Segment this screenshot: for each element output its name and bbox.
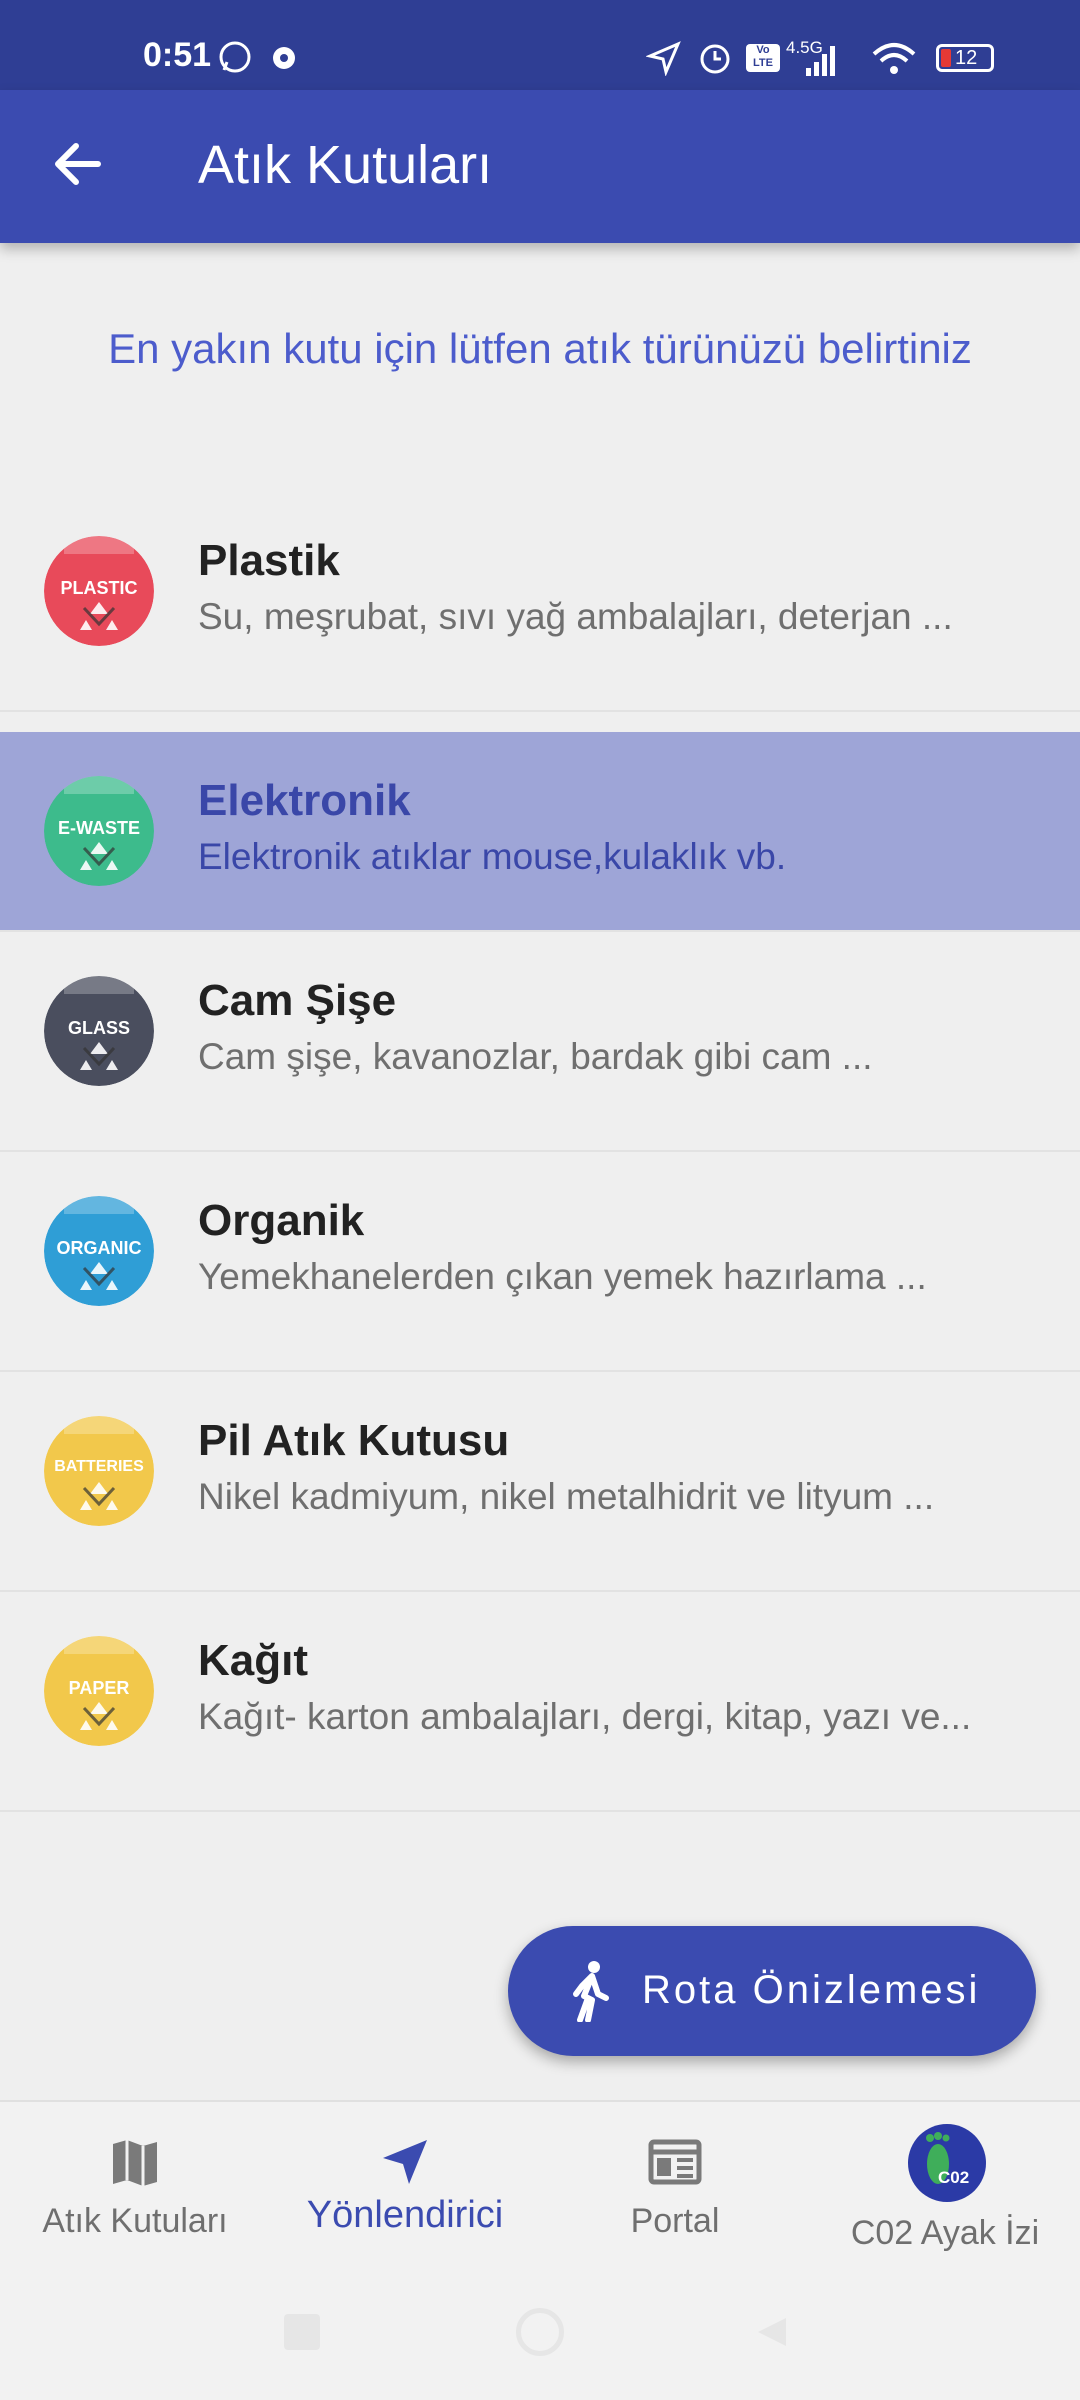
list-item[interactable]: E-WASTE Elektronik Elektronik atıklar mo…	[0, 732, 1080, 932]
waste-bin-icon: PAPER	[44, 1636, 154, 1746]
route-preview-label: Rota Önizlemesi	[642, 1968, 981, 2012]
list-item[interactable]: BATTERIES Pil Atık Kutusu Nikel kadmiyum…	[0, 1372, 1080, 1592]
waste-bin-icon: E-WASTE	[44, 776, 154, 886]
nav-tab-co2-footprint[interactable]: C02 C02 Ayak İzi	[810, 2102, 1080, 2266]
navigation-arrow-icon	[383, 2140, 427, 2184]
map-icon	[113, 2140, 157, 2186]
status-time: 0:51	[143, 36, 212, 74]
waste-type-description: Kağıt- karton ambalajları, dergi, kitap,…	[198, 1696, 972, 1737]
gear-icon	[273, 47, 295, 69]
nav-label: Portal	[630, 2202, 720, 2240]
instruction-text: En yakın kutu için lütfen atık türünüzü …	[108, 325, 972, 372]
waste-type-description: Nikel kadmiyum, nikel metalhidrit ve lit…	[198, 1476, 935, 1517]
waste-type-description: Elektronik atıklar mouse,kulaklık vb.	[198, 836, 787, 877]
back-nav-button[interactable]	[752, 2312, 792, 2352]
waste-bin-badge: ORGANIC	[56, 1238, 142, 1258]
list-item[interactable]: PAPER Kağıt Kağıt- karton ambalajları, d…	[0, 1592, 1080, 1812]
back-arrow-icon[interactable]	[48, 134, 108, 194]
footprint-badge-text: C02	[938, 2168, 970, 2187]
home-button[interactable]	[516, 2308, 564, 2356]
waste-bin-icon: GLASS	[44, 976, 154, 1086]
waste-bin-icon: BATTERIES	[44, 1416, 154, 1526]
bottom-navigation: Atık Kutuları Yönlendirici Portal C02 C0…	[0, 2100, 1080, 2266]
nav-label: Yönlendirici	[306, 2194, 504, 2236]
list-item[interactable]: GLASS Cam Şişe Cam şişe, kavanozlar, bar…	[0, 932, 1080, 1152]
walking-person-icon	[573, 1961, 609, 2022]
waste-type-name: Cam Şişe	[198, 976, 397, 1025]
waste-bin-icon: PLASTIC	[44, 536, 154, 646]
location-arrow-icon	[646, 41, 681, 76]
signal-icon	[806, 46, 835, 76]
nav-tab-portal[interactable]: Portal	[540, 2102, 810, 2266]
app-bar: Atık Kutuları	[0, 90, 1080, 243]
list-item[interactable]: ORGANIC Organik Yemekhanelerden çıkan ye…	[0, 1152, 1080, 1372]
wifi-icon	[872, 43, 916, 74]
waste-type-description: Su, meşrubat, sıvı yağ ambalajları, dete…	[198, 596, 953, 637]
waste-type-name: Elektronik	[198, 776, 411, 825]
waste-bin-badge: PAPER	[68, 1678, 130, 1698]
list-item[interactable]: PLASTIC Plastik Su, meşrubat, sıvı yağ a…	[0, 492, 1080, 712]
volte-badge: Vo LTE	[746, 44, 780, 72]
waste-type-list: PLASTIC Plastik Su, meşrubat, sıvı yağ a…	[0, 492, 1080, 1812]
newspaper-icon	[648, 2139, 702, 2185]
alarm-icon	[700, 44, 730, 74]
battery-level: 12	[955, 47, 978, 69]
waste-type-name: Pil Atık Kutusu	[198, 1416, 510, 1465]
waste-type-description: Yemekhanelerden çıkan yemek hazırlama ..…	[198, 1256, 927, 1297]
nav-label: C02 Ayak İzi	[850, 2214, 1040, 2252]
nav-label: Atık Kutuları	[42, 2202, 228, 2240]
footprint-icon: C02	[908, 2124, 986, 2202]
waste-type-description: Cam şişe, kavanozlar, bardak gibi cam ..…	[198, 1036, 873, 1077]
waste-bin-badge: GLASS	[67, 1018, 130, 1038]
system-navigation-bar	[0, 2264, 1080, 2400]
status-bar: 0:51 Vo LTE 4.5G 12	[0, 0, 1080, 90]
waste-bin-badge: E-WASTE	[57, 818, 140, 838]
whatsapp-icon	[219, 41, 251, 73]
waste-type-name: Organik	[198, 1196, 365, 1245]
waste-bin-icon: ORGANIC	[44, 1196, 154, 1306]
recents-button[interactable]	[284, 2314, 320, 2350]
nav-tab-yonlendirici[interactable]: Yönlendirici	[270, 2102, 540, 2266]
page-title: Atık Kutuları	[198, 135, 493, 195]
waste-type-name: Kağıt	[198, 1636, 308, 1685]
waste-type-name: Plastik	[198, 536, 340, 585]
waste-bin-badge: BATTERIES	[54, 1458, 144, 1475]
waste-bin-badge: PLASTIC	[60, 578, 138, 598]
battery-icon: 12	[936, 44, 994, 72]
nav-tab-atik-kutulari[interactable]: Atık Kutuları	[0, 2102, 270, 2266]
route-preview-button[interactable]: Rota Önizlemesi	[508, 1926, 1036, 2056]
